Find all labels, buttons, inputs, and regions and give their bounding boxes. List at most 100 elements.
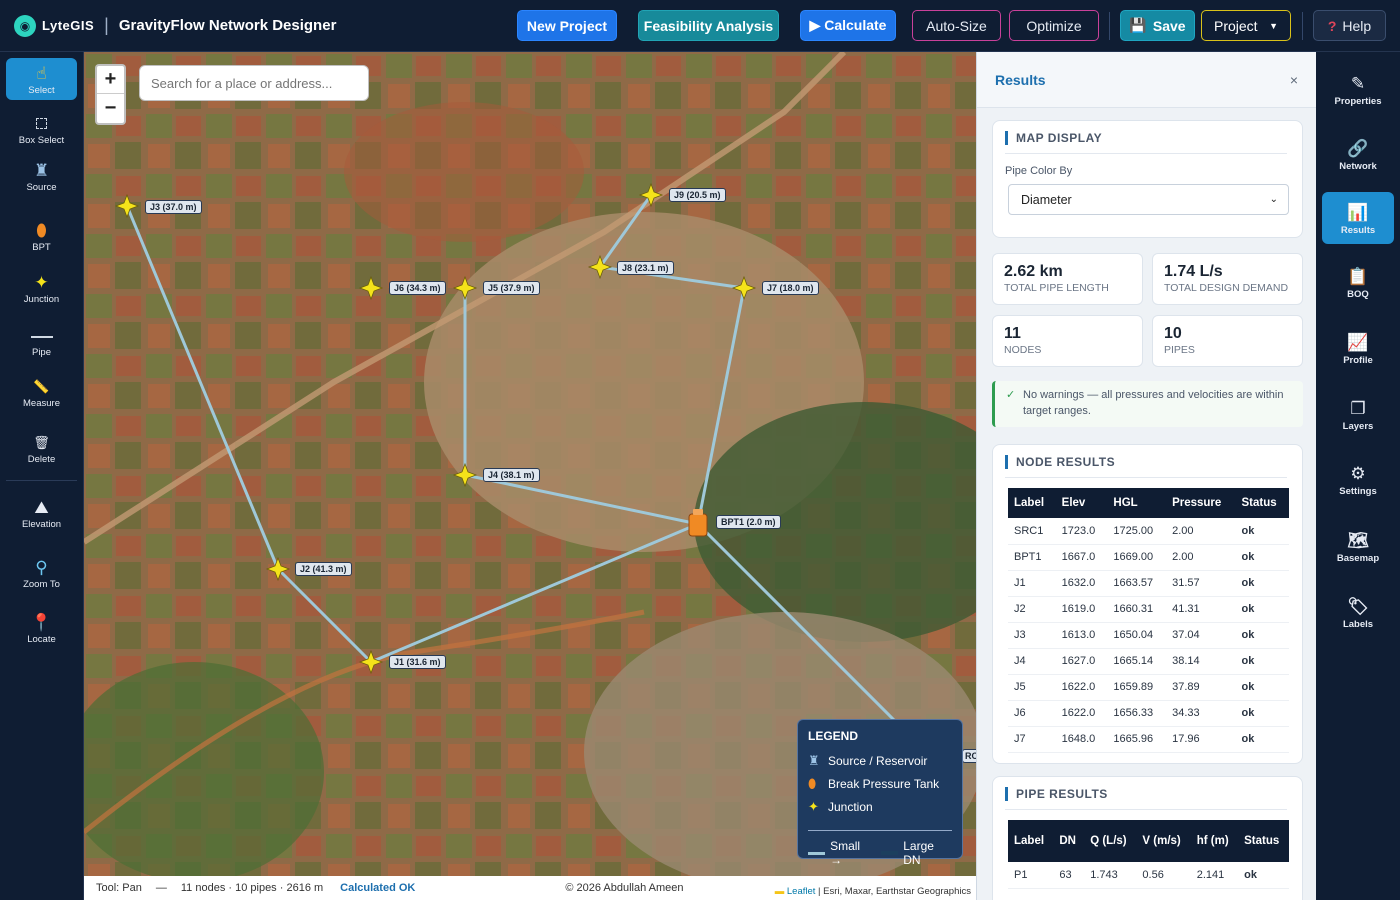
pipe-color-select[interactable]: Diameter ⌄ [1008,184,1289,215]
rail-basemap[interactable]: 🗺 Basemap [1322,529,1394,564]
tool-select[interactable]: ☝ Select [6,58,77,100]
auto-size-button[interactable]: Auto-Size [912,10,1001,41]
save-icon: 💾 [1129,17,1147,33]
calculate-button[interactable]: ▶ Calculate [800,10,896,41]
column-header[interactable]: Status [1238,820,1289,862]
table-row[interactable]: J5 1622.0 1659.89 37.89 ok [1008,674,1289,701]
save-label: Save [1152,17,1186,34]
table-row[interactable]: J1 1632.0 1663.57 31.57 ok [1008,570,1289,597]
place-search-input[interactable] [139,65,369,101]
tool-zoom-to[interactable]: ⚲ Zoom To [6,557,77,590]
tool-divider [6,480,77,481]
zoom-in-button[interactable]: + [97,66,124,94]
rail-label: Results [1340,224,1376,236]
map-canvas[interactable]: + − J3 (37.0 m) J9 (20.5 m) J8 (23.1 m) … [84,52,976,900]
table-cell: 1619.0 [1055,596,1108,623]
rail-boq[interactable]: 📋 BOQ [1322,265,1394,300]
tool-delete[interactable]: 🗑 Delete [6,432,77,465]
status-cell: ok [1235,518,1289,545]
tool-measure[interactable]: 📏 Measure [6,376,77,409]
column-header[interactable]: Elev [1055,488,1108,518]
legend-junction-label: Junction [828,799,873,814]
table-row[interactable]: J7 1648.0 1665.96 17.96 ok [1008,726,1289,753]
zoom-control: + − [95,64,126,125]
tank-icon: ⬮ [808,775,817,791]
rail-settings[interactable]: ⚙ Settings [1322,462,1394,497]
table-row[interactable]: J3 1613.0 1650.04 37.04 ok [1008,622,1289,649]
toolbar-divider [1109,12,1110,40]
column-header[interactable]: Label [1008,488,1056,518]
status-cell: ok [1235,648,1289,675]
optimize-button[interactable]: Optimize [1009,10,1099,41]
table-row[interactable]: J4 1627.0 1665.14 38.14 ok [1008,648,1289,675]
tool-locate[interactable]: 📍 Locate [6,612,77,645]
table-row[interactable]: SRC1 1723.0 1725.00 2.00 ok [1008,518,1289,545]
stat-pipes: 10 PIPES [1152,315,1303,367]
table-cell: 1622.0 [1055,674,1108,701]
rail-layers[interactable]: ❐ Layers [1322,397,1394,432]
node-label-bpt1: BPT1 (2.0 m) [716,515,781,529]
zoom-out-button[interactable]: − [97,94,124,122]
status-cell: ok [1235,726,1289,753]
table-row[interactable]: J2 1619.0 1660.31 41.31 ok [1008,596,1289,623]
tool-junction[interactable]: ✦ Junction [6,272,77,305]
node-label-j4: J4 (38.1 m) [483,468,540,482]
rail-profile[interactable]: 📈 Profile [1322,331,1394,366]
table-row[interactable]: P1 63 1.743 0.56 2.141 ok [1008,862,1289,889]
project-dropdown[interactable]: Project ▼ [1201,10,1291,41]
table-cell: J4 [1008,648,1056,675]
table-cell: 1725.00 [1107,518,1167,545]
close-icon[interactable]: × [1290,72,1298,88]
node-label-j7: J7 (18.0 m) [762,281,819,295]
rail-network[interactable]: 🔗 Network [1322,137,1394,172]
node-label-j6: J6 (34.3 m) [389,281,446,295]
rail-results[interactable]: 📊 Results [1322,192,1394,244]
tool-label: Box Select [18,135,65,146]
rail-label: Settings [1339,486,1377,497]
table-cell: 1632.0 [1055,570,1108,597]
save-button[interactable]: 💾 Save [1120,10,1195,41]
status-cell: ok [1238,862,1289,889]
tool-elevation[interactable]: ⛰ Elevation [6,497,77,530]
brand: ◉ LyteGIS | GravityFlow Network Designer [14,14,336,37]
pipe-color-label: Pipe Color By [1005,165,1073,177]
status-dash: — [155,882,167,894]
leaflet-link[interactable]: Leaflet [787,886,816,897]
column-header[interactable]: V (m/s) [1136,820,1191,862]
map-attribution: ▬ Leaflet | Esri, Maxar, Earthstar Geogr… [769,885,976,900]
results-panel: Results × MAP DISPLAY Pipe Color By Diam… [976,52,1316,900]
rail-labels[interactable]: 🏷 Labels [1322,595,1394,630]
column-header[interactable]: DN [1053,820,1085,862]
column-header[interactable]: Pressure [1166,488,1236,518]
table-row[interactable]: BPT1 1667.0 1669.00 2.00 ok [1008,544,1289,571]
link-icon: 🔗 [1347,139,1369,158]
stat-key: TOTAL DESIGN DEMAND [1164,282,1289,294]
stat-value: 1.74 L/s [1164,263,1223,280]
column-header[interactable]: Label [1008,820,1054,862]
results-header: Results × [977,52,1316,108]
table-row[interactable]: J6 1622.0 1656.33 34.33 ok [1008,700,1289,727]
table-cell: 1663.57 [1107,570,1167,597]
help-button[interactable]: ? Help [1313,10,1386,41]
top-bar: ◉ LyteGIS | GravityFlow Network Designer… [0,0,1400,52]
rail-properties[interactable]: ✎ Properties [1322,72,1394,107]
column-header[interactable]: Status [1235,488,1289,518]
table-cell: SRC1 [1008,518,1056,545]
node-results-title: NODE RESULTS [1005,455,1287,469]
rail-label: BOQ [1347,289,1369,300]
column-header[interactable]: HGL [1107,488,1167,518]
legend-bpt-label: Break Pressure Tank [828,776,940,791]
status-summary: 11 nodes · 10 pipes · 2616 m [180,882,324,894]
tool-bpt[interactable]: ⬮ BPT [6,220,77,253]
column-header[interactable]: hf (m) [1190,820,1239,862]
tool-source[interactable]: ♜ Source [6,160,77,193]
tool-label: Zoom To [23,579,60,590]
tool-box-select[interactable]: Box Select [6,113,77,146]
tool-pipe[interactable]: Pipe [6,325,77,358]
feasibility-analysis-button[interactable]: Feasibility Analysis [638,10,779,41]
node-results-card: NODE RESULTS Label Elev HGL Pressure Sta… [992,444,1303,764]
table-cell: 31.57 [1166,570,1236,597]
status-calculated: Calculated OK [340,882,416,894]
column-header[interactable]: Q (L/s) [1084,820,1137,862]
new-project-button[interactable]: New Project [517,10,617,41]
